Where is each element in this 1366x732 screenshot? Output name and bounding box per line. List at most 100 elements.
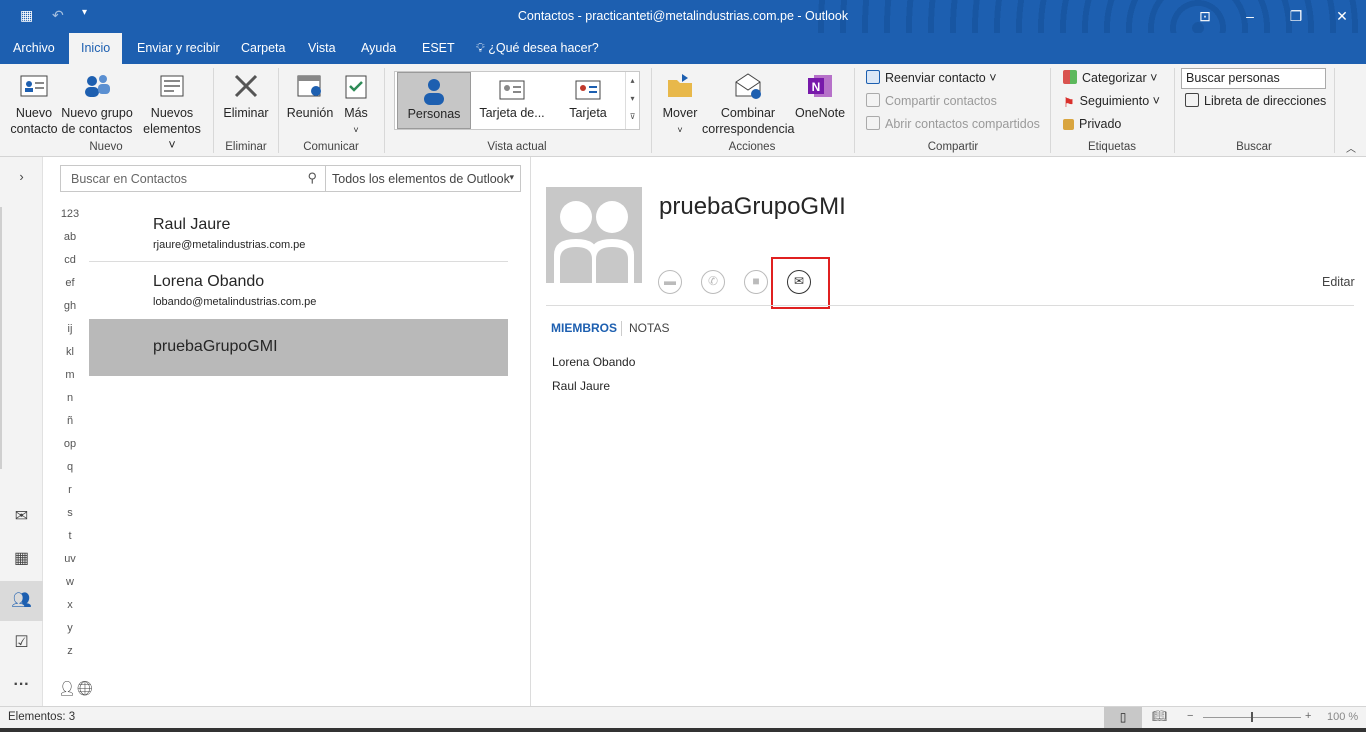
tab-archivo[interactable]: Archivo bbox=[1, 33, 67, 64]
move-button[interactable]: Mover ˅ bbox=[656, 70, 704, 138]
categorize-icon bbox=[1063, 70, 1077, 84]
alpha-index-item[interactable]: 123 bbox=[50, 208, 90, 220]
video-icon[interactable]: ■ bbox=[744, 270, 768, 294]
alpha-index-item[interactable]: ef bbox=[50, 277, 90, 289]
avatar bbox=[546, 187, 642, 283]
more-button[interactable]: Más ˅ bbox=[338, 70, 374, 138]
group-label-acciones: Acciones bbox=[728, 141, 776, 153]
address-book-icon bbox=[1185, 93, 1199, 107]
ribbon-separator bbox=[1050, 68, 1051, 153]
search-people-input[interactable]: Buscar personas bbox=[1181, 68, 1326, 89]
list-item[interactable]: pruebaGrupoGMI bbox=[89, 319, 508, 376]
alpha-index-item[interactable]: ñ bbox=[50, 415, 90, 427]
minimize-icon[interactable]: – bbox=[1235, 5, 1265, 27]
maximize-icon[interactable]: ❐ bbox=[1281, 5, 1311, 27]
categorize-button[interactable]: Categorizar ˅ bbox=[1063, 68, 1157, 88]
tab-separator bbox=[621, 321, 622, 336]
alpha-index-item[interactable]: r bbox=[50, 484, 90, 496]
tab-vista[interactable]: Vista bbox=[296, 33, 348, 64]
alpha-index-item[interactable]: cd bbox=[50, 254, 90, 266]
tab-miembros[interactable]: MIEMBROS bbox=[551, 321, 617, 335]
more-apps-icon[interactable]: ··· bbox=[0, 665, 43, 705]
share-contacts-button[interactable]: Compartir contactos bbox=[866, 91, 997, 111]
menu-bar: Archivo Inicio Enviar y recibir Carpeta … bbox=[0, 33, 1366, 64]
mail-merge-button[interactable]: Combinar correspondencia bbox=[702, 70, 794, 137]
alpha-index-item[interactable]: ij bbox=[50, 323, 90, 335]
zoom-level[interactable]: 100 % bbox=[1327, 711, 1358, 723]
alpha-index-item[interactable]: ab bbox=[50, 231, 90, 243]
alpha-index-item[interactable]: n bbox=[50, 392, 90, 404]
alpha-index-item[interactable]: m bbox=[50, 369, 90, 381]
calendar-icon[interactable]: ▦ bbox=[0, 539, 43, 579]
ribbon-display-icon[interactable]: ⊡ bbox=[1190, 5, 1220, 27]
alpha-index-item[interactable]: s bbox=[50, 507, 90, 519]
alpha-index-item[interactable]: w bbox=[50, 576, 90, 588]
search-contacts-input[interactable]: Buscar en Contactos ⚲ bbox=[60, 165, 326, 192]
alpha-index-item[interactable]: z bbox=[50, 645, 90, 657]
alpha-index-item[interactable]: kl bbox=[50, 346, 90, 358]
group-label-eliminar: Eliminar bbox=[225, 141, 267, 153]
flag-icon: ⚑ bbox=[1063, 95, 1075, 110]
contact-globe-icon[interactable]: 👤︎🌐︎ bbox=[58, 680, 94, 697]
zoom-out-icon[interactable]: − bbox=[1187, 710, 1193, 722]
gallery-scroll[interactable]: ▴ ▾ ⊽ bbox=[625, 72, 639, 129]
mail-icon[interactable]: ✉ bbox=[0, 497, 43, 537]
follow-up-button[interactable]: ⚑ Seguimiento ˅ bbox=[1063, 91, 1160, 111]
tab-eset[interactable]: ESET bbox=[410, 33, 467, 64]
close-icon[interactable]: ✕ bbox=[1327, 5, 1357, 27]
meeting-button[interactable]: Reunión bbox=[284, 70, 336, 121]
reading-view-icon[interactable]: 📖︎ bbox=[1152, 709, 1167, 723]
normal-view-icon[interactable]: ▯ bbox=[1104, 707, 1142, 728]
alpha-index-item[interactable]: uv bbox=[50, 553, 90, 565]
view-personas[interactable]: Personas bbox=[397, 72, 471, 129]
new-contact-button[interactable]: Nuevo contacto bbox=[6, 70, 62, 137]
member-item[interactable]: Lorena Obando bbox=[552, 355, 635, 369]
view-tarjeta[interactable]: Tarjeta bbox=[553, 72, 623, 129]
delete-button[interactable]: Eliminar bbox=[220, 70, 272, 121]
open-shared-contacts-button[interactable]: Abrir contactos compartidos bbox=[866, 114, 1040, 134]
alpha-index-item[interactable]: y bbox=[50, 622, 90, 634]
alpha-index-item[interactable]: op bbox=[50, 438, 90, 450]
search-scope-dropdown[interactable]: Todos los elementos de Outlook ▾ bbox=[325, 165, 521, 192]
tasks-icon[interactable]: ☑ bbox=[0, 623, 43, 663]
tab-carpeta[interactable]: Carpeta bbox=[229, 33, 297, 64]
alpha-index-item[interactable]: q bbox=[50, 461, 90, 473]
mail-merge-icon bbox=[735, 73, 761, 99]
more-clipboard-icon bbox=[345, 75, 367, 99]
member-item[interactable]: Raul Jaure bbox=[552, 379, 610, 393]
tab-inicio[interactable]: Inicio bbox=[69, 33, 123, 64]
zoom-in-icon[interactable]: + bbox=[1305, 710, 1311, 722]
list-item[interactable]: Lorena Obando lobando@metalindustrias.co… bbox=[89, 263, 508, 320]
new-contact-group-button[interactable]: Nuevo grupo de contactos bbox=[60, 70, 134, 137]
view-tarjeta-de-presentacion[interactable]: Tarjeta de... bbox=[475, 72, 549, 129]
forward-contact-button[interactable]: Reenviar contacto ˅ bbox=[866, 68, 997, 88]
tell-me-box[interactable]: 💡︎ ¿Qué desea hacer? bbox=[464, 33, 611, 64]
private-button[interactable]: Privado bbox=[1063, 114, 1121, 134]
tab-enviar-recibir[interactable]: Enviar y recibir bbox=[125, 33, 232, 64]
expand-folder-pane-icon[interactable]: › bbox=[0, 157, 43, 197]
ribbon: Nuevo contacto Nuevo grupo de contactos Nu… bbox=[0, 64, 1366, 157]
edit-link[interactable]: Editar bbox=[1322, 275, 1355, 289]
zoom-slider-thumb[interactable] bbox=[1251, 712, 1253, 722]
phone-icon[interactable]: ✆ bbox=[701, 270, 725, 294]
email-highlight-box bbox=[771, 257, 830, 309]
address-book-button[interactable]: Libreta de direcciones bbox=[1185, 91, 1326, 111]
tab-ayuda[interactable]: Ayuda bbox=[349, 33, 408, 64]
detail-divider bbox=[546, 305, 1354, 306]
chat-icon[interactable]: ▬ bbox=[658, 270, 682, 294]
tab-notas[interactable]: NOTAS bbox=[629, 321, 669, 335]
status-bar: Elementos: 3 ▯ 📖︎ − + 100 % bbox=[0, 706, 1366, 728]
svg-text:N: N bbox=[812, 80, 821, 94]
alpha-index-item[interactable]: t bbox=[50, 530, 90, 542]
alpha-index-item[interactable]: gh bbox=[50, 300, 90, 312]
contact-name-title: pruebaGrupoGMI bbox=[659, 193, 846, 220]
group-label-compartir: Compartir bbox=[927, 141, 979, 153]
onenote-button[interactable]: N OneNote bbox=[794, 70, 846, 121]
ribbon-separator bbox=[1174, 68, 1175, 153]
alpha-index-item[interactable]: x bbox=[50, 599, 90, 611]
people-icon[interactable]: 👥︎ bbox=[0, 581, 43, 621]
search-icon[interactable]: ⚲ bbox=[307, 170, 317, 186]
collapse-ribbon-icon[interactable]: ︿ bbox=[1346, 140, 1356, 155]
list-item[interactable]: Raul Jaure rjaure@metalindustrias.com.pe bbox=[89, 206, 508, 263]
forward-contact-icon bbox=[866, 70, 880, 84]
